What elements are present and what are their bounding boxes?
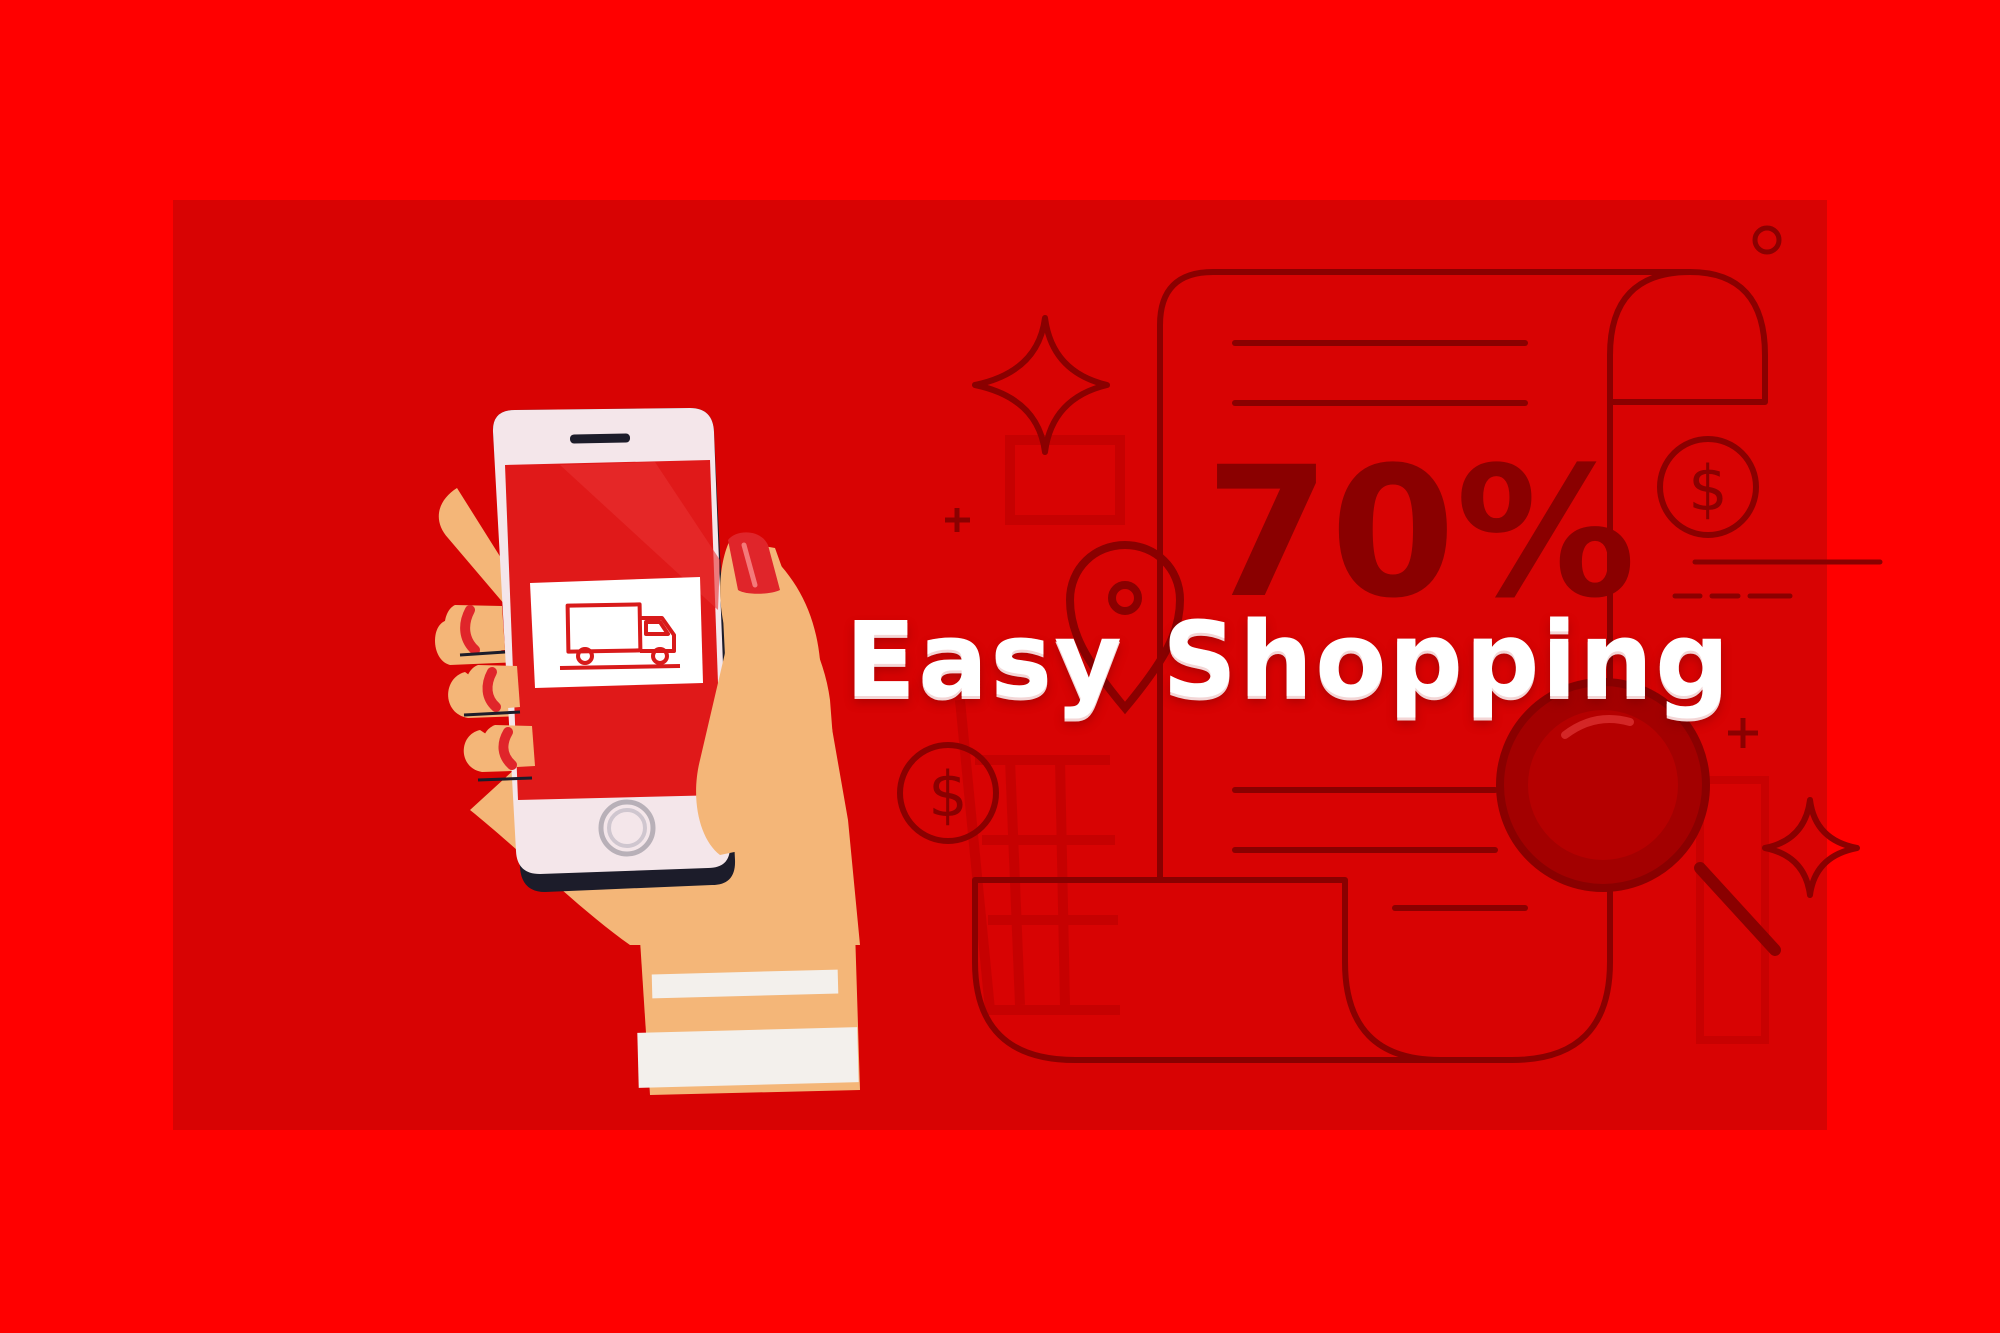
bracelet bbox=[651, 969, 839, 999]
dollar-symbol: $ bbox=[928, 758, 967, 831]
bracelet bbox=[637, 1027, 859, 1088]
smartphone bbox=[492, 408, 736, 892]
wrist bbox=[637, 930, 860, 1095]
dollar-symbol: $ bbox=[1688, 452, 1727, 525]
banner-canvas: 70% $ $ Easy Shopping bbox=[0, 0, 2000, 1333]
banner-headline: Easy Shopping bbox=[845, 599, 1732, 721]
